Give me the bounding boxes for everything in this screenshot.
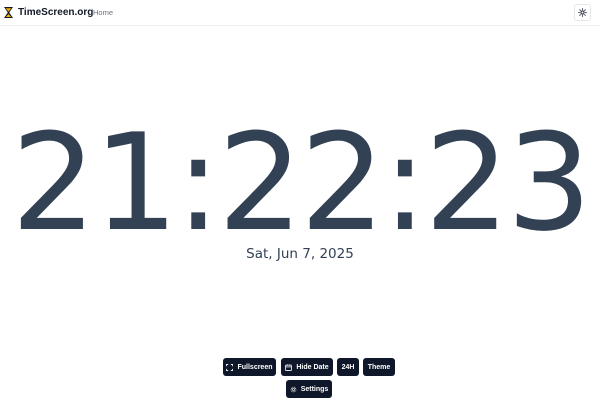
gear-icon (290, 386, 297, 393)
theme-toggle-button[interactable] (574, 4, 591, 21)
settings-label: Settings (300, 385, 329, 393)
time-format-button[interactable]: 24H (337, 358, 359, 376)
page: TimeScreen.org Home 21:22:23 Sat, Jun 7,… (0, 0, 600, 400)
settings-button[interactable]: Settings (286, 380, 332, 398)
nav-home-link[interactable]: Home (93, 7, 113, 18)
site-header: TimeScreen.org Home (0, 0, 600, 26)
sun-icon (578, 4, 587, 22)
clock-display: 21:22:23 (11, 105, 592, 261)
hide-date-label: Hide Date (296, 363, 329, 371)
time-format-label: 24H (341, 363, 355, 371)
brand-name[interactable]: TimeScreen.org (18, 6, 93, 19)
fullscreen-icon (226, 363, 234, 371)
fullscreen-button[interactable]: Fullscreen (223, 358, 276, 376)
calendar-icon (285, 363, 293, 371)
fullscreen-label: Fullscreen (237, 363, 273, 371)
hourglass-logo-icon[interactable] (3, 6, 14, 19)
theme-label: Theme (367, 363, 391, 371)
date-display: Sat, Jun 7, 2025 (246, 246, 354, 262)
hide-date-button[interactable]: Hide Date (281, 358, 333, 376)
theme-button[interactable]: Theme (363, 358, 395, 376)
